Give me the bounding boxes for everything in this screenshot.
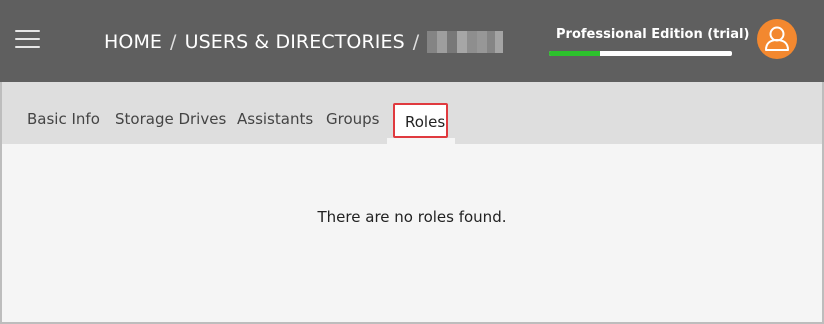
tab-groups[interactable]: Groups [326, 110, 379, 128]
edition-indicator[interactable]: Professional Edition (trial) [549, 25, 749, 56]
tab-bar: Basic Info Storage Drives Assistants Gro… [2, 82, 822, 144]
trial-progress-bar [549, 51, 732, 56]
breadcrumb-redacted-user [427, 31, 504, 53]
breadcrumb: HOME / USERS & DIRECTORIES / [104, 29, 504, 55]
edition-label[interactable]: Professional Edition (trial) [556, 27, 749, 42]
tab-assistants[interactable]: Assistants [237, 110, 313, 128]
top-bar: HOME / USERS & DIRECTORIES / Professiona… [0, 0, 824, 82]
tab-roles-label: Roles [405, 113, 446, 131]
hamburger-menu-icon[interactable] [15, 30, 40, 48]
breadcrumb-home[interactable]: HOME [104, 31, 162, 53]
app-window: HOME / USERS & DIRECTORIES / Professiona… [0, 0, 824, 324]
empty-state-message: There are no roles found. [317, 208, 507, 226]
tab-roles[interactable]: Roles [393, 103, 448, 138]
trial-progress-fill [549, 51, 601, 56]
breadcrumb-separator: / [412, 31, 420, 53]
breadcrumb-users-directories[interactable]: USERS & DIRECTORIES [185, 31, 405, 53]
tab-storage-drives[interactable]: Storage Drives [115, 110, 226, 128]
active-tab-connector [387, 138, 455, 144]
breadcrumb-separator: / [170, 31, 177, 53]
user-detail-panel: Basic Info Storage Drives Assistants Gro… [0, 82, 824, 324]
user-avatar-icon[interactable] [757, 19, 797, 59]
tab-basic-info[interactable]: Basic Info [27, 110, 100, 128]
